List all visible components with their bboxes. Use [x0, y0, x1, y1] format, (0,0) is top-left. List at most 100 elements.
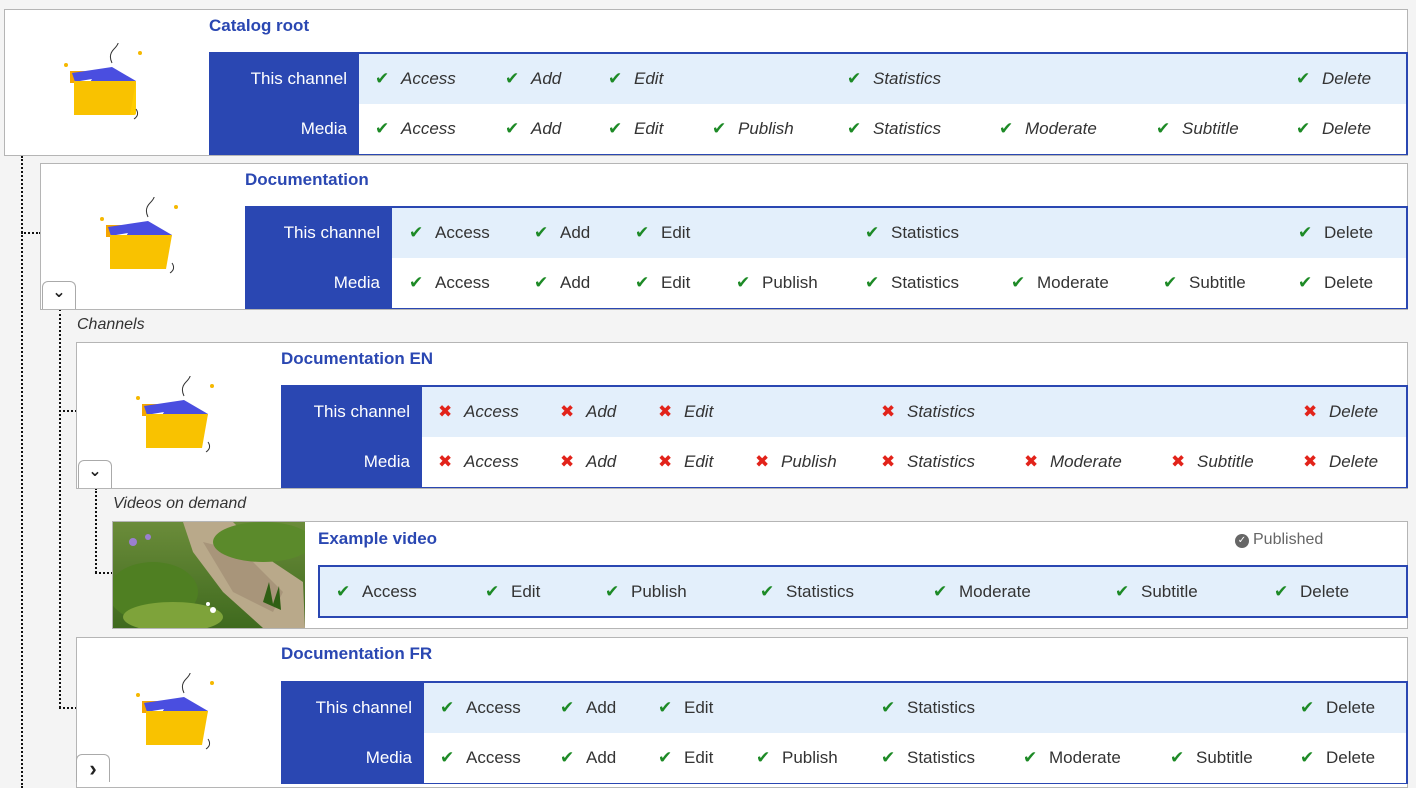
perm-statistics[interactable]: ✔ Statistics: [865, 208, 959, 258]
perm-statistics[interactable]: ✔ Statistics: [865, 258, 959, 308]
perm-access[interactable]: ✔ Access: [336, 567, 417, 617]
perm-edit[interactable]: ✔ Edit: [635, 258, 690, 308]
permissions-row-this-channel: This channel ✔ Access ✔ Add ✔ Edit ✔ Statist…: [283, 683, 1406, 733]
check-icon: ✔: [1298, 223, 1313, 242]
permissions-row-media: ✔ Access ✔ Edit ✔ Publish ✔ Statistics ✔ Mode…: [320, 567, 1406, 616]
perm-statistics[interactable]: ✖ Statistics: [881, 437, 975, 487]
tree-line: [59, 707, 77, 709]
section-label-channels: Channels: [77, 316, 145, 333]
perm-edit[interactable]: ✖ Edit: [658, 437, 713, 487]
check-icon: ✔: [560, 698, 575, 717]
perm-subtitle[interactable]: ✔ Subtitle: [1163, 258, 1246, 308]
perm-add[interactable]: ✔ Add: [534, 258, 590, 308]
perm-statistics[interactable]: ✔ Statistics: [847, 104, 941, 154]
perm-edit[interactable]: ✔ Edit: [608, 54, 663, 104]
card-title[interactable]: Documentation FR: [281, 644, 432, 664]
perm-add[interactable]: ✖ Add: [560, 437, 616, 487]
check-icon: ✔: [756, 748, 771, 767]
chevron-down-icon: ⌄: [88, 462, 102, 480]
perm-add[interactable]: ✔ Add: [534, 208, 590, 258]
check-icon: ✔: [933, 582, 948, 601]
perm-access[interactable]: ✔ Access: [440, 733, 521, 783]
perm-add[interactable]: ✔ Add: [560, 733, 616, 783]
perm-edit[interactable]: ✔ Edit: [658, 733, 713, 783]
perm-publish[interactable]: ✔ Publish: [712, 104, 794, 154]
folder-icon: [136, 672, 214, 749]
perm-delete[interactable]: ✖ Delete: [1303, 387, 1378, 437]
perm-statistics[interactable]: ✖ Statistics: [881, 387, 975, 437]
perm-moderate[interactable]: ✔ Moderate: [1023, 733, 1121, 783]
permissions-table: This channel ✖ Access ✖ Add ✖ Edit ✖ Statist…: [281, 385, 1408, 488]
perm-delete[interactable]: ✔ Delete: [1296, 104, 1371, 154]
perm-moderate[interactable]: ✔ Moderate: [933, 567, 1031, 617]
perm-edit[interactable]: ✔ Edit: [635, 208, 690, 258]
perm-delete[interactable]: ✔ Delete: [1300, 733, 1375, 783]
perm-access[interactable]: ✔ Access: [409, 258, 490, 308]
perm-statistics[interactable]: ✔ Statistics: [881, 683, 975, 733]
check-icon: ✔: [881, 748, 896, 767]
collapse-toggle[interactable]: ›: [76, 754, 110, 782]
check-icon: ✔: [440, 748, 455, 767]
perm-subtitle[interactable]: ✔ Subtitle: [1156, 104, 1239, 154]
perm-add[interactable]: ✔ Add: [560, 683, 616, 733]
row-header: This channel: [283, 683, 424, 733]
cross-icon: ✖: [1171, 452, 1186, 471]
perm-subtitle[interactable]: ✖ Subtitle: [1171, 437, 1254, 487]
perm-moderate[interactable]: ✔ Moderate: [1011, 258, 1109, 308]
tree-line: [59, 410, 77, 412]
perm-publish[interactable]: ✔ Publish: [605, 567, 687, 617]
perm-publish[interactable]: ✔ Publish: [756, 733, 838, 783]
card-title[interactable]: Documentation EN: [281, 349, 433, 369]
perm-delete[interactable]: ✔ Delete: [1298, 208, 1373, 258]
perm-moderate[interactable]: ✖ Moderate: [1024, 437, 1122, 487]
perm-add[interactable]: ✔ Add: [505, 104, 561, 154]
perm-access[interactable]: ✔ Access: [375, 54, 456, 104]
perm-subtitle[interactable]: ✔ Subtitle: [1170, 733, 1253, 783]
check-icon: ✔: [658, 748, 673, 767]
perm-statistics[interactable]: ✔ Statistics: [847, 54, 941, 104]
perm-add[interactable]: ✖ Add: [560, 387, 616, 437]
row-header: This channel: [247, 208, 392, 258]
perm-publish[interactable]: ✔ Publish: [736, 258, 818, 308]
perm-edit[interactable]: ✔ Edit: [608, 104, 663, 154]
card-title[interactable]: Catalog root: [209, 16, 309, 36]
perm-edit[interactable]: ✔ Edit: [658, 683, 713, 733]
check-icon: ✔: [865, 273, 880, 292]
check-icon: ✔: [635, 223, 650, 242]
check-icon: ✔: [847, 69, 862, 88]
expand-toggle[interactable]: ⌄: [42, 281, 76, 309]
perm-delete[interactable]: ✔ Delete: [1296, 54, 1371, 104]
check-icon: ✔: [1274, 582, 1289, 601]
perm-publish[interactable]: ✖ Publish: [755, 437, 837, 487]
perm-delete[interactable]: ✔ Delete: [1298, 258, 1373, 308]
tree-line: [95, 488, 97, 573]
check-icon: ✔: [1296, 119, 1311, 138]
perm-delete[interactable]: ✔ Delete: [1300, 683, 1375, 733]
perm-access[interactable]: ✖ Access: [438, 387, 519, 437]
perm-access[interactable]: ✔ Access: [375, 104, 456, 154]
perm-edit[interactable]: ✖ Edit: [658, 387, 713, 437]
check-icon: ✔: [865, 223, 880, 242]
perm-edit[interactable]: ✔ Edit: [485, 567, 540, 617]
perm-delete[interactable]: ✔ Delete: [1274, 567, 1349, 617]
check-icon: ✔: [1296, 69, 1311, 88]
perm-moderate[interactable]: ✔ Moderate: [999, 104, 1097, 154]
card-title[interactable]: Example video: [318, 529, 437, 549]
permissions-row-media: Media ✔ Access ✔ Add ✔ Edit ✔ Publish ✔ Stati…: [247, 258, 1406, 308]
expand-toggle[interactable]: ⌄: [78, 460, 112, 488]
perm-add[interactable]: ✔ Add: [505, 54, 561, 104]
perm-access[interactable]: ✖ Access: [438, 437, 519, 487]
card-title[interactable]: Documentation: [245, 170, 369, 190]
permissions-row-this-channel: This channel ✔ Access ✔ Add ✔ Edit ✔ Statist…: [247, 208, 1406, 258]
chevron-right-icon: ›: [89, 755, 97, 781]
perm-statistics[interactable]: ✔ Statistics: [881, 733, 975, 783]
perm-delete[interactable]: ✖ Delete: [1303, 437, 1378, 487]
video-thumbnail[interactable]: [113, 522, 305, 628]
check-icon: ✔: [375, 119, 390, 138]
perm-access[interactable]: ✔ Access: [440, 683, 521, 733]
check-icon: ✔: [409, 223, 424, 242]
perm-access[interactable]: ✔ Access: [409, 208, 490, 258]
row-header: Media: [283, 437, 422, 487]
perm-subtitle[interactable]: ✔ Subtitle: [1115, 567, 1198, 617]
perm-statistics[interactable]: ✔ Statistics: [760, 567, 854, 617]
